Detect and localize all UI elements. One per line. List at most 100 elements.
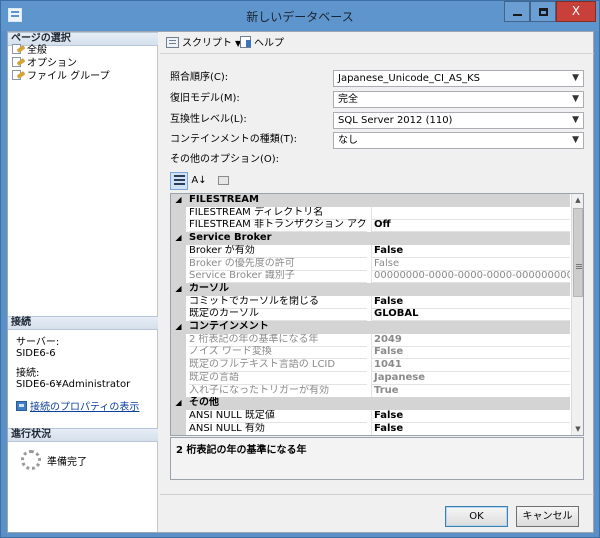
ok-button[interactable]: OK [445,506,508,527]
page-item-options[interactable]: オプション [12,57,77,70]
row-gutter [171,295,186,309]
property-grid-toolbar: A↓ [170,172,240,192]
property-category-row[interactable]: ◢ カーソル [171,282,570,296]
progress-spinner-icon [21,450,41,470]
categorized-button[interactable] [170,172,188,190]
property-row[interactable]: Broker が有効 False [171,244,570,258]
property-name: Service Broker 識別子 [189,270,367,284]
minimize-button[interactable] [504,1,530,22]
containment-type-select[interactable]: なし ▼ [333,132,584,149]
row-gutter [171,219,186,233]
property-row[interactable]: ノイズ ワード変換 False [171,346,570,360]
recovery-model-label: 復旧モデル(M): [170,93,240,104]
collapse-icon[interactable]: ◢ [171,397,186,411]
property-name: 入れ子になったトリガーが有効 [189,385,367,398]
property-row[interactable]: 入れ子になったトリガーが有効 True [171,384,570,398]
property-row[interactable]: ANSI NULL 既定値 False [171,409,570,423]
view-connection-properties-link[interactable]: 接続のプロパティの表示 [16,398,139,413]
property-value[interactable]: False [371,409,570,423]
script-icon [166,37,179,48]
recovery-model-value: 完全 [338,94,358,105]
property-category-row[interactable]: ◢ コンテインメント [171,321,570,334]
property-row[interactable]: Broker の優先度の許可 False [171,257,570,271]
collapse-icon[interactable]: ◢ [171,321,186,334]
property-row[interactable]: 既定の言語 Japanese [171,371,570,385]
page-wrench-icon [12,70,26,81]
progress-status: 準備完了 [47,457,87,468]
title-bar[interactable]: 新しいデータベース X [1,1,599,31]
property-value[interactable] [371,206,570,220]
maximize-button[interactable] [530,1,556,22]
page-item-filegroups[interactable]: ファイル グループ [12,70,110,83]
scroll-down-icon[interactable]: ▼ [572,423,583,435]
property-value[interactable]: False [371,295,570,309]
categorized-icon [173,175,185,185]
close-button[interactable]: X [556,1,596,22]
scroll-up-icon[interactable]: ▲ [572,194,583,206]
cancel-button[interactable]: キャンセル [516,506,579,527]
row-gutter [171,422,186,435]
chevron-down-icon: ▼ [572,94,579,104]
property-name: ANSI NULL 既定値 [189,410,367,423]
category-name: Service Broker [189,232,272,244]
maximize-icon [538,7,548,16]
property-pages-icon [217,175,229,185]
left-pane: ページの選択 全般 オプション ファイル グループ 接続 サーバー: SIDE6… [8,32,158,532]
page-item-general[interactable]: 全般 [12,44,47,57]
description-title: 2 桁表記の年の基準になる年 [176,445,307,456]
page-wrench-icon [12,57,26,68]
script-button[interactable]: スクリプト ▼ [166,36,241,51]
divider [160,494,594,495]
property-value: Japanese [371,371,570,385]
connection-header: 接続 [8,316,158,330]
property-value[interactable]: Off [371,219,570,233]
recovery-model-select[interactable]: 完全 ▼ [333,91,584,108]
property-row[interactable]: 既定のフルテキスト言語の LCID 1041 [171,359,570,373]
row-gutter [171,244,186,258]
property-value: True [371,384,570,398]
property-row[interactable]: FILESTREAM ディレクトリ名 [171,206,570,220]
property-name: 2 桁表記の年の基準になる年 [189,334,367,347]
property-value[interactable]: False [371,244,570,258]
category-name: コンテインメント [189,321,269,332]
collapse-icon[interactable]: ◢ [171,232,186,246]
chevron-down-icon: ▼ [572,73,579,83]
property-name: Broker の優先度の許可 [189,258,367,271]
property-value[interactable]: False [371,422,570,435]
vertical-scrollbar[interactable]: ▲ ▼ [571,194,583,435]
property-row[interactable]: ANSI NULL 有効 False [171,422,570,435]
connection-value: SIDE6-6¥Administrator [16,379,131,390]
property-value[interactable]: GLOBAL [371,308,570,322]
chevron-down-icon: ▼ [572,115,579,125]
property-row[interactable]: 2 桁表記の年の基準になる年 2049 [171,333,570,347]
collapse-icon[interactable]: ◢ [171,194,186,207]
property-value: 2049 [371,333,570,347]
property-name: ANSI NULL 有効 [189,423,367,435]
property-category-row[interactable]: ◢ Service Broker [171,232,570,246]
compatibility-level-value: SQL Server 2012 (110) [338,115,453,126]
collapse-icon[interactable]: ◢ [171,282,186,296]
progress-header: 進行状況 [8,428,158,442]
scrollbar-thumb[interactable] [573,208,583,297]
row-gutter [171,257,186,271]
property-row[interactable]: FILESTREAM 非トランザクション アクセス Off [171,219,570,233]
property-grid: ◢ FILESTREAM FILESTREAM ディレクトリ名 FILESTREAM … [170,193,584,436]
minimize-icon [512,13,522,16]
property-row[interactable]: 既定のカーソル GLOBAL [171,308,570,322]
page-item-label: オプション [27,58,77,69]
collation-select[interactable]: Japanese_Unicode_CI_AS_KS ▼ [333,70,584,87]
property-value: False [371,257,570,271]
property-name: FILESTREAM 非トランザクション アクセス [189,219,367,233]
property-category-row[interactable]: ◢ その他 [171,397,570,411]
collation-label: 照合順序(C): [170,72,229,83]
property-pages-button[interactable] [214,172,232,190]
help-button[interactable]: ヘルプ [240,36,284,51]
row-gutter [171,206,186,220]
property-row[interactable]: コミットでカーソルを閉じる False [171,295,570,309]
compatibility-level-select[interactable]: SQL Server 2012 (110) ▼ [333,112,584,129]
property-category-row[interactable]: ◢ FILESTREAM [171,194,570,207]
page-item-label: 全般 [27,45,47,56]
property-row[interactable]: Service Broker 識別子 00000000-0000-0000-000… [171,270,570,284]
link-label: 接続のプロパティの表示 [30,402,140,413]
alphabetical-button[interactable]: A↓ [190,172,208,190]
